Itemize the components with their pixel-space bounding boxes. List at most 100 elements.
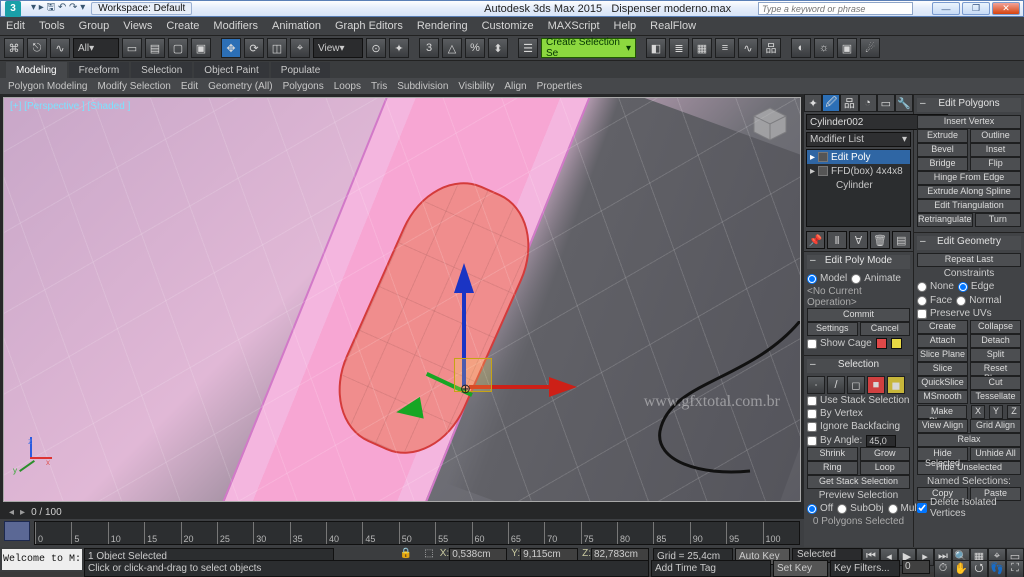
ring-button[interactable]: Ring [807,461,858,475]
move-icon[interactable]: ✥ [221,38,241,58]
menu-customize[interactable]: Customize [482,20,534,32]
setkey-button[interactable]: Set Key [773,560,828,577]
repeat-button[interactable]: Repeat Last [917,253,1021,267]
axis-z-icon[interactable] [454,263,474,293]
percent-snap-icon[interactable]: % [465,38,485,58]
menu-grapheditors[interactable]: Graph Editors [335,20,403,32]
tab-modeling[interactable]: Modeling [6,62,67,78]
time-ruler[interactable]: 0510152025303540455055606570758085909510… [34,521,800,545]
slice-plane-button[interactable]: Slice Plane [917,348,968,362]
named-selection-dropdown[interactable]: Create Selection Se ▾ [541,38,636,58]
hide-sel-button[interactable]: Hide Selected [917,447,968,461]
render-frame-icon[interactable]: ▣ [837,38,857,58]
so-poly-icon[interactable]: ■ [867,376,885,394]
planar-z-button[interactable]: Z [1007,405,1021,419]
reset-plane-button[interactable]: Reset Plane [970,362,1021,376]
time-slider-handle[interactable] [4,521,30,541]
preview-off-radio[interactable] [807,504,817,514]
collapse-button[interactable]: Collapse [970,320,1021,334]
show-end-icon[interactable]: Ⅱ [827,231,846,249]
viewport[interactable]: ⊕ [+] [Perspective ] [Shaded ] z x y www… [3,97,801,502]
tab-freeform[interactable]: Freeform [69,62,130,78]
tab-selection[interactable]: Selection [131,62,192,78]
unlink-icon[interactable]: ⎋ [27,38,47,58]
rsub-geomall[interactable]: Geometry (All) [208,81,272,92]
insert-vertex-button[interactable]: Insert Vertex [917,115,1021,129]
roll-head-editpoly[interactable]: Edit Polygons [917,98,1021,112]
utilities-tab-icon[interactable]: 🔧 [895,94,913,112]
by-vertex-check[interactable] [807,409,817,419]
spinner-snap-icon[interactable]: ⬍ [488,38,508,58]
hierarchy-tab-icon[interactable]: 品 [840,94,858,112]
flip-button[interactable]: Flip [970,157,1021,171]
configure-icon[interactable]: ▤ [892,231,911,249]
schematic-icon[interactable]: 品 [761,38,781,58]
roll-head-editgeo[interactable]: Edit Geometry [917,236,1021,250]
bevel-button[interactable]: Bevel [917,143,968,157]
select-rect-icon[interactable]: ▢ [168,38,188,58]
lock-icon[interactable]: 🔒 [400,548,412,560]
timetag-button[interactable]: Add Time Tag [651,560,771,577]
modifier-list-dropdown[interactable]: Modifier List▾ [806,132,911,147]
unique-icon[interactable]: ∀ [849,231,868,249]
rsub-modifysel[interactable]: Modify Selection [98,81,171,92]
pivot-icon[interactable]: ⊙ [366,38,386,58]
rsub-subdiv[interactable]: Subdivision [397,81,448,92]
select-link-icon[interactable]: ⌘ [4,38,24,58]
slice-button[interactable]: Slice [917,362,968,376]
rsub-polygons[interactable]: Polygons [283,81,324,92]
by-angle-check[interactable] [807,436,817,446]
menu-animation[interactable]: Animation [272,20,321,32]
layers-icon[interactable]: ▦ [692,38,712,58]
delete-iso-check[interactable] [917,503,927,513]
preview-multi-radio[interactable] [888,504,898,514]
menu-tools[interactable]: Tools [39,20,65,32]
rotate-icon[interactable]: ⟳ [244,38,264,58]
menu-edit[interactable]: Edit [6,20,25,32]
app-icon[interactable]: 3 [5,1,21,17]
outline-button[interactable]: Outline [970,129,1021,143]
minimize-button[interactable]: — [932,2,960,15]
angle-snap-icon[interactable]: △ [442,38,462,58]
close-button[interactable]: ✕ [992,2,1020,15]
snap-toggle-icon[interactable]: 3 [419,38,439,58]
curve-editor-icon[interactable]: ∿ [738,38,758,58]
next-key-icon[interactable]: ▸ [20,507,25,518]
modifier-stack[interactable]: ▸Edit Poly ▸FFD(box) 4x4x8 Cylinder [806,149,911,227]
select-window-icon[interactable]: ▣ [191,38,211,58]
shrink-button[interactable]: Shrink [807,447,858,461]
edit-tri-button[interactable]: Edit Triangulation [917,199,1021,213]
current-frame-input[interactable]: 0 [902,560,930,574]
so-edge-icon[interactable]: / [827,376,845,394]
con-normal-radio[interactable] [956,296,966,306]
render-setup-icon[interactable]: ☼ [814,38,834,58]
pin-stack-icon[interactable]: 📌 [806,231,825,249]
showcage-check[interactable] [807,339,817,349]
rsub-align[interactable]: Align [504,81,526,92]
con-face-radio[interactable] [917,296,927,306]
menu-modifiers[interactable]: Modifiers [213,20,258,32]
turn-button[interactable]: Turn [975,213,1021,227]
rsub-properties[interactable]: Properties [537,81,583,92]
selection-filter-dropdown[interactable]: All ▾ [73,38,119,58]
planar-y-button[interactable]: Y [989,405,1003,419]
viewcube-icon[interactable] [750,104,790,144]
get-stack-sel-button[interactable]: Get Stack Selection [807,475,910,489]
place-icon[interactable]: ⌖ [290,38,310,58]
display-tab-icon[interactable]: ▭ [877,94,895,112]
menu-realflow[interactable]: RealFlow [650,20,696,32]
preview-subobj-radio[interactable] [837,504,847,514]
mod-base[interactable]: Cylinder [807,178,910,192]
use-stack-check[interactable] [807,396,817,406]
tab-objectpaint[interactable]: Object Paint [194,62,268,78]
nav-orbit-icon[interactable]: ⭯ [970,560,988,577]
material-editor-icon[interactable]: ◐ [791,38,811,58]
relax-button[interactable]: Relax [917,433,1021,447]
ref-coord-dropdown[interactable]: View ▾ [313,38,363,58]
mode-animate-radio[interactable] [851,274,861,284]
menu-rendering[interactable]: Rendering [417,20,468,32]
menu-group[interactable]: Group [79,20,110,32]
roll-head-selection[interactable]: Selection [807,359,910,373]
mod-ffd[interactable]: ▸FFD(box) 4x4x8 [807,164,910,178]
hinge-button[interactable]: Hinge From Edge [917,171,1021,185]
